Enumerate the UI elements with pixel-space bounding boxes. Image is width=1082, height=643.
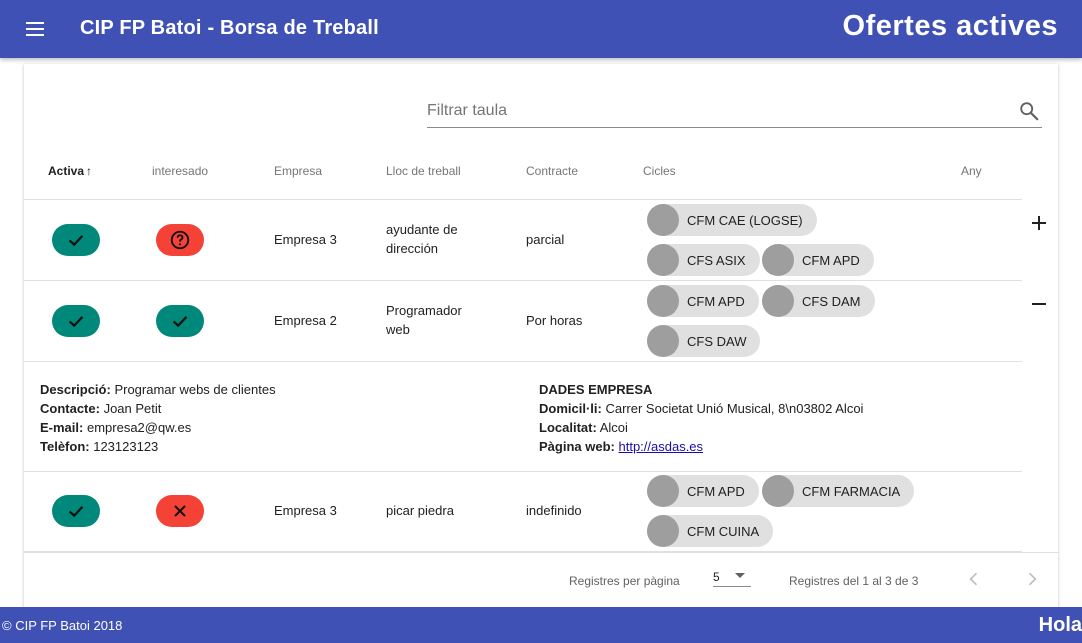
check-icon (172, 316, 188, 328)
detail-web: Pàgina web: http://asdas.es (539, 439, 704, 454)
interest-status-pill (156, 495, 204, 527)
chip-avatar (647, 475, 679, 507)
search-input[interactable] (427, 99, 1007, 123)
chip-avatar (647, 204, 679, 236)
cell-lloc: Programador web (386, 303, 462, 337)
next-page-icon[interactable] (1022, 569, 1042, 589)
company-website-link[interactable]: http://asdas.es (618, 439, 703, 454)
company-section-title: DADES EMPRESA (539, 382, 653, 397)
offers-table: Activa ↑ interesado Empresa Lloc de treba… (24, 143, 1046, 552)
top-app-bar: CIP FP Batoi - Borsa de Treball Ofertes … (0, 0, 1082, 58)
cicle-chip: CFS DAM (762, 285, 875, 317)
sort-arrow-up-icon[interactable]: ↑ (86, 164, 92, 178)
active-status-pill (52, 224, 100, 256)
cell-empresa: Empresa 3 (274, 503, 337, 518)
active-status-pill (52, 305, 100, 337)
table-row[interactable]: Empresa 2 Programador web Por horas CFM … (24, 281, 1022, 362)
offers-card: Activa↑ interesado Empresa Lloc de treba… (24, 64, 1058, 607)
cicle-chip: CFS ASIX (647, 244, 760, 276)
greeting-text: Hola (1038, 614, 1082, 636)
column-header-cicles[interactable]: Cicles (643, 164, 676, 178)
table-header: Activa ↑ interesado Empresa Lloc de treba… (24, 143, 1022, 200)
detail-contacte: Contacte: Joan Petit (40, 401, 162, 416)
cicle-chip: CFM APD (647, 285, 759, 317)
detail-localitat: Localitat: Alcoi (539, 420, 628, 435)
column-header-contracte[interactable]: Contracte (526, 164, 578, 178)
pagination-range: Registres del 1 al 3 de 3 (789, 574, 919, 588)
column-header-empresa[interactable]: Empresa (274, 164, 322, 178)
detail-email: E-mail: empresa2@qw.es (40, 420, 192, 435)
offer-detail-panel: Descripció: Programar webs de clientes C… (24, 362, 1022, 472)
cicle-chip: CFM APD (647, 475, 759, 507)
interest-status-pill (156, 305, 204, 337)
column-header-activa[interactable]: Activa ↑ (48, 164, 92, 178)
rows-per-page-label: Registres per pàgina (569, 574, 680, 588)
check-icon (68, 316, 84, 328)
chip-avatar (762, 475, 794, 507)
cicle-chip: CFS DAW (647, 325, 761, 357)
detail-telefon: Telèfon: 123123123 (40, 439, 159, 454)
cell-contracte: parcial (526, 232, 565, 247)
check-icon (68, 235, 84, 247)
table-pagination: Registres per pàgina 5 Registres del 1 a… (24, 552, 1058, 607)
cell-empresa: Empresa 2 (274, 313, 337, 328)
chip-avatar (647, 515, 679, 547)
plus-icon[interactable] (1030, 213, 1050, 233)
cell-contracte: indefinido (526, 503, 582, 518)
column-header-lloc[interactable]: Lloc de treball (386, 164, 461, 178)
copyright-text: © CIP FP Batoi 2018 (2, 618, 123, 633)
chip-avatar (647, 244, 679, 276)
interest-status-pill (156, 224, 204, 256)
search-icon[interactable] (1018, 100, 1040, 122)
cell-empresa: Empresa 3 (274, 232, 337, 247)
minus-icon[interactable] (1030, 294, 1050, 314)
check-icon (68, 506, 84, 518)
cicle-chip: CFM APD (762, 244, 874, 276)
table-row[interactable]: Empresa 3 ayudante de dirección parcial … (24, 200, 1022, 281)
cicle-chip: CFM FARMACIA (762, 475, 915, 507)
cell-lloc: picar piedra (386, 503, 454, 518)
footer-bar: © CIP FP Batoi 2018 Hola (0, 607, 1082, 643)
table-row[interactable]: Empresa 3 picar piedra indefinido CFM AP… (24, 471, 1022, 552)
cell-contracte: Por horas (526, 313, 583, 328)
detail-descripcio: Descripció: Programar webs de clientes (40, 382, 276, 397)
chip-avatar (762, 285, 794, 317)
previous-page-icon[interactable] (964, 569, 984, 589)
column-header-interesado[interactable]: interesado (152, 164, 208, 178)
chip-avatar (647, 325, 679, 357)
cell-lloc: ayudante de dirección (386, 222, 458, 256)
app-title: CIP FP Batoi - Borsa de Treball (80, 17, 379, 39)
chip-avatar (762, 244, 794, 276)
question-circle-icon (170, 230, 190, 250)
page-title: Ofertes actives (842, 10, 1058, 42)
company-detail: DADES EMPRESA Domicil·li: Carrer Societa… (539, 380, 863, 456)
detail-domicili: Domicil·li: Carrer Societat Unió Musical… (539, 401, 864, 416)
chevron-down-icon[interactable] (735, 573, 745, 578)
rows-per-page-select[interactable]: 5 (713, 565, 751, 587)
menu-icon[interactable] (24, 17, 48, 41)
cicle-chip: CFM CAE (LOGSE) (647, 204, 817, 236)
active-status-pill (52, 495, 100, 527)
offer-detail-left: Descripció: Programar webs de clientes C… (40, 380, 276, 456)
search-field[interactable] (427, 95, 1042, 128)
column-header-any[interactable]: Any (961, 164, 982, 178)
cicle-chip: CFM CUINA (647, 515, 774, 547)
chip-avatar (647, 285, 679, 317)
close-icon (174, 505, 186, 517)
